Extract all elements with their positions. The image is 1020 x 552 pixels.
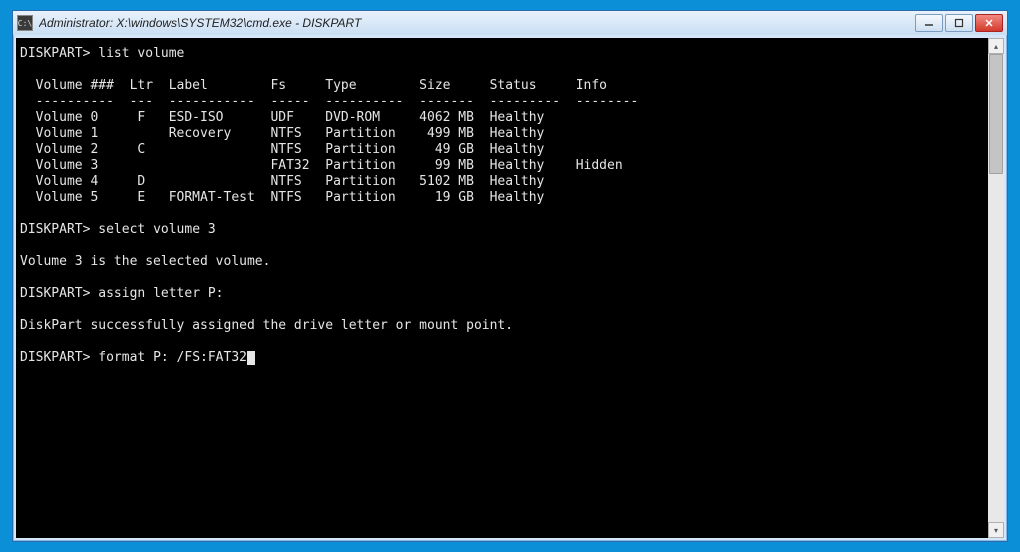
maximize-icon xyxy=(954,18,964,28)
volume-row: Volume 0 F ESD-ISO UDF DVD-ROM 4062 MB H… xyxy=(20,110,544,125)
close-button[interactable] xyxy=(975,14,1003,32)
window-title: Administrator: X:\windows\SYSTEM32\cmd.e… xyxy=(39,16,915,30)
cmd-icon: C:\ xyxy=(17,15,33,31)
scroll-down-button[interactable]: ▾ xyxy=(988,522,1004,538)
volume-table-divider: ---------- --- ----------- ----- -------… xyxy=(20,94,638,109)
message-selected: Volume 3 is the selected volume. xyxy=(20,254,270,269)
prompt: DISKPART> xyxy=(20,46,90,61)
titlebar[interactable]: C:\ Administrator: X:\windows\SYSTEM32\c… xyxy=(13,11,1007,35)
command-format: format P: /FS:FAT32 xyxy=(98,350,247,365)
close-icon xyxy=(984,18,994,28)
minimize-button[interactable] xyxy=(915,14,943,32)
prompt: DISKPART> xyxy=(20,222,90,237)
prompt: DISKPART> xyxy=(20,350,90,365)
scroll-thumb[interactable] xyxy=(989,54,1003,174)
scroll-track[interactable] xyxy=(988,54,1004,522)
scroll-up-button[interactable]: ▴ xyxy=(988,38,1004,54)
command-select-volume: select volume 3 xyxy=(98,222,215,237)
minimize-icon xyxy=(924,18,934,28)
terminal-output[interactable]: DISKPART> list volume Volume ### Ltr Lab… xyxy=(16,38,1004,538)
volume-row: Volume 3 FAT32 Partition 99 MB Healthy H… xyxy=(20,158,623,173)
terminal-container: DISKPART> list volume Volume ### Ltr Lab… xyxy=(16,38,1004,538)
maximize-button[interactable] xyxy=(945,14,973,32)
volume-table-header: Volume ### Ltr Label Fs Type Size Status… xyxy=(20,78,607,93)
window-controls xyxy=(915,14,1003,32)
prompt: DISKPART> xyxy=(20,286,90,301)
cmd-window: C:\ Administrator: X:\windows\SYSTEM32\c… xyxy=(12,10,1008,542)
volume-row: Volume 5 E FORMAT-Test NTFS Partition 19… xyxy=(20,190,544,205)
volume-row: Volume 4 D NTFS Partition 5102 MB Health… xyxy=(20,174,544,189)
vertical-scrollbar[interactable]: ▴ ▾ xyxy=(988,38,1004,538)
command-assign-letter: assign letter P: xyxy=(98,286,223,301)
volume-row: Volume 2 C NTFS Partition 49 GB Healthy xyxy=(20,142,544,157)
message-assigned: DiskPart successfully assigned the drive… xyxy=(20,318,513,333)
volume-row: Volume 1 Recovery NTFS Partition 499 MB … xyxy=(20,126,544,141)
cursor xyxy=(247,351,255,365)
command-list-volume: list volume xyxy=(98,46,184,61)
